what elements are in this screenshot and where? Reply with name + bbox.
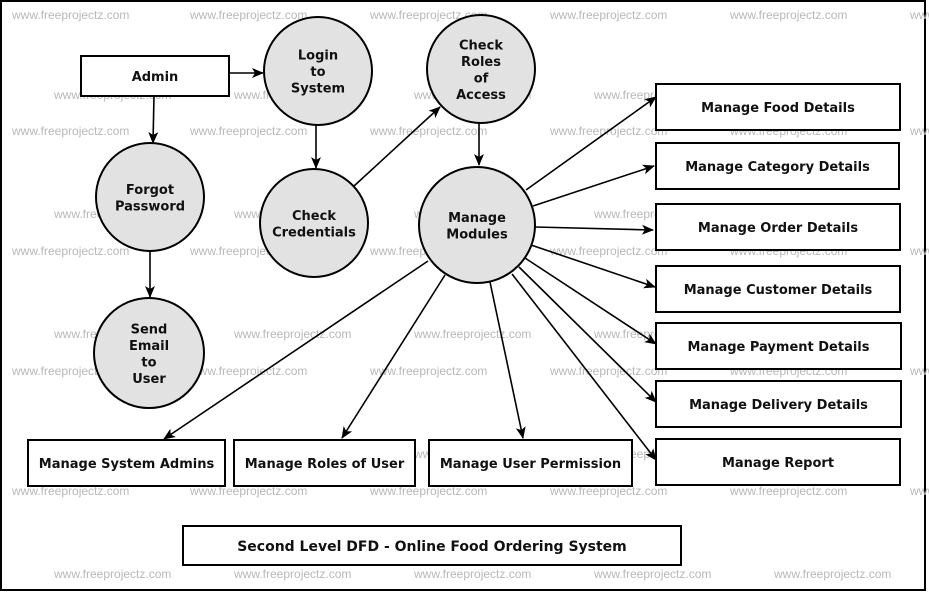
process-login[interactable]: Loginto System (263, 16, 373, 126)
process-label-line: Access (456, 88, 506, 103)
process-label-line: User (132, 372, 166, 387)
watermark-text: www.freeprojectz.com (189, 124, 307, 138)
process-label-line: Modules (446, 227, 508, 242)
flow-arrow-admin-to-forgot (148, 95, 159, 144)
entity-category[interactable]: Manage Category Details (655, 142, 900, 190)
process-label-line: Email (129, 339, 169, 354)
watermark-text: www.freeprojectz.com (233, 327, 351, 341)
process-checkroles[interactable]: Check Rolesof Access (426, 14, 536, 124)
entity-roles[interactable]: Manage Roles of User (233, 439, 416, 487)
process-forgot[interactable]: ForgotPassword (95, 142, 205, 252)
watermark-text: www.freeprojectz.com (909, 484, 929, 498)
watermark-text: www.freeprojectz.com (549, 8, 667, 22)
watermark-text: www.freeprojectz.com (189, 364, 307, 378)
entity-label: Admin (132, 70, 179, 85)
watermark-text: www.freeprojectz.com (549, 364, 667, 378)
entity-label: Manage Report (722, 456, 834, 471)
entity-label: Manage Payment Details (687, 340, 869, 355)
watermark-text: www.freeprojectz.com (773, 567, 891, 581)
watermark-text: www.freeprojectz.com (369, 124, 487, 138)
watermark-text: www.freeprojectz.com (549, 244, 667, 258)
diagram-title: Second Level DFD - Online Food Ordering … (237, 539, 627, 555)
watermark-text: www.freeprojectz.com (53, 567, 171, 581)
watermark-text: www.freeprojectz.com (189, 8, 307, 22)
entity-label: Manage Order Details (698, 221, 858, 236)
watermark-text: www.freeprojectz.com (11, 124, 129, 138)
process-label-line: Credentials (272, 225, 356, 240)
entity-label: Manage Roles of User (245, 457, 405, 472)
process-label-line: to (310, 65, 325, 80)
watermark-text: www.freeprojectz.com (729, 8, 847, 22)
entity-sysadmins[interactable]: Manage System Admins (27, 439, 226, 487)
process-label-line: Send (131, 322, 168, 337)
watermark-text: www.freeprojectz.com (909, 364, 929, 378)
process-sendemail[interactable]: Send Emailto User (93, 297, 205, 409)
watermark-text: www.freeprojectz.com (11, 244, 129, 258)
entity-label: Manage User Permission (440, 457, 621, 472)
entity-report[interactable]: Manage Report (655, 438, 901, 486)
entity-food[interactable]: Manage Food Details (655, 83, 901, 131)
entity-delivery[interactable]: Manage Delivery Details (655, 380, 902, 428)
entity-label: Manage System Admins (39, 457, 215, 472)
process-label-line: System (291, 82, 345, 97)
watermark-text: www.freeprojectz.com (729, 484, 847, 498)
watermark-text: www.freeprojectz.com (413, 327, 531, 341)
entity-label: Manage Delivery Details (689, 398, 868, 413)
entity-label: Manage Food Details (701, 101, 855, 116)
entity-admin[interactable]: Admin (80, 55, 230, 97)
process-label-line: Manage (448, 211, 506, 226)
watermark-text: www.freeprojectz.com (909, 244, 929, 258)
watermark-text: www.freeprojectz.com (413, 567, 531, 581)
watermark-text: www.freeprojectz.com (593, 567, 711, 581)
diagram-title-box: Second Level DFD - Online Food Ordering … (182, 525, 682, 566)
watermark-text: www.freeprojectz.com (233, 567, 351, 581)
watermark-text: www.freeprojectz.com (909, 8, 929, 22)
entity-order[interactable]: Manage Order Details (655, 203, 901, 251)
process-checkcred[interactable]: CheckCredentials (259, 168, 369, 278)
entity-label: Manage Category Details (685, 160, 870, 175)
watermark-text: www.freeprojectz.com (11, 8, 129, 22)
process-label-line: Password (115, 199, 185, 214)
watermark-text: www.freeprojectz.com (909, 124, 929, 138)
process-label-line: Roles (461, 55, 501, 70)
process-label-line: Forgot (126, 183, 174, 198)
process-label-line: of (474, 71, 489, 86)
entity-customer[interactable]: Manage Customer Details (655, 265, 901, 313)
process-modules[interactable]: ManageModules (418, 166, 536, 284)
process-label-line: Login (298, 49, 338, 64)
process-label-line: Check (459, 38, 503, 53)
entity-payment[interactable]: Manage Payment Details (655, 322, 902, 370)
process-label-line: to (141, 355, 156, 370)
process-label-line: Check (292, 209, 336, 224)
dfd-diagram: www.freeprojectz.com www.freeprojectz.com… (0, 0, 929, 591)
entity-permission[interactable]: Manage User Permission (428, 439, 633, 487)
entity-label: Manage Customer Details (684, 283, 873, 298)
